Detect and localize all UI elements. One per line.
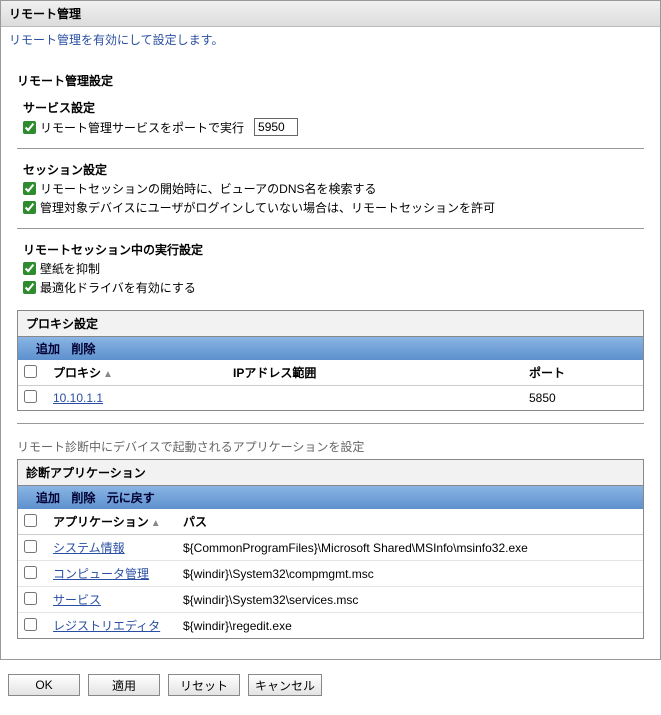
app-row-checkbox[interactable] (24, 618, 37, 631)
app-path: ${windir}\System32\compmgmt.msc (177, 561, 643, 587)
app-path: ${CommonProgramFiles}\Microsoft Shared\M… (177, 535, 643, 561)
proxy-select-all-header[interactable] (18, 360, 47, 386)
app-row-checkbox[interactable] (24, 566, 37, 579)
proxy-ip-range (227, 386, 523, 411)
table-row: サービス ${windir}\System32\services.msc (18, 587, 643, 613)
app-link[interactable]: コンピュータ管理 (53, 567, 149, 581)
session-checkbox-0[interactable] (23, 182, 36, 195)
during-option-1[interactable]: 最適化ドライバを有効にする (23, 279, 196, 296)
table-row: 10.10.1.1 5850 (18, 386, 643, 411)
sort-asc-icon: ▲ (151, 518, 161, 529)
apps-delete-action[interactable]: 削除 (71, 491, 95, 505)
run-on-port-check-input[interactable] (23, 121, 36, 134)
service-heading: サービス設定 (17, 99, 644, 116)
during-label-0: 壁紙を抑制 (40, 260, 100, 277)
app-link[interactable]: サービス (53, 593, 101, 607)
apps-revert-action[interactable]: 元に戻す (107, 491, 155, 505)
proxy-add-action[interactable]: 追加 (36, 342, 60, 356)
apps-select-all-header[interactable] (18, 509, 47, 535)
during-option-0[interactable]: 壁紙を抑制 (23, 260, 100, 277)
page-title: リモート管理 (1, 1, 660, 27)
session-option-0[interactable]: リモートセッションの開始時に、ビューアのDNS名を検索する (23, 180, 377, 197)
divider (17, 148, 644, 149)
cancel-button[interactable]: キャンセル (248, 674, 322, 696)
section-heading: リモート管理設定 (17, 72, 644, 89)
app-row-checkbox[interactable] (24, 592, 37, 605)
apply-button[interactable]: 適用 (88, 674, 160, 696)
proxy-delete-action[interactable]: 削除 (71, 342, 95, 356)
apps-add-action[interactable]: 追加 (36, 491, 60, 505)
during-checkbox-1[interactable] (23, 281, 36, 294)
proxy-port: 5850 (523, 386, 643, 411)
proxy-link[interactable]: 10.10.1.1 (53, 391, 103, 405)
ok-button[interactable]: OK (8, 674, 80, 696)
table-row: レジストリエディタ ${windir}\regedit.exe (18, 613, 643, 639)
divider (17, 228, 644, 229)
session-label-0: リモートセッションの開始時に、ビューアのDNS名を検索する (40, 180, 377, 197)
divider (17, 423, 644, 424)
session-option-1[interactable]: 管理対象デバイスにユーザがログインしていない場合は、リモートセッションを許可 (23, 199, 495, 216)
proxy-col-ip-range[interactable]: IPアドレス範囲 (227, 360, 523, 386)
session-checkbox-1[interactable] (23, 201, 36, 214)
apps-table-title: 診断アプリケーション (18, 460, 643, 486)
app-link[interactable]: システム情報 (53, 541, 125, 555)
app-path: ${windir}\regedit.exe (177, 613, 643, 639)
apps-col-app[interactable]: アプリケーション▲ (47, 509, 177, 535)
port-input[interactable] (254, 118, 298, 136)
proxy-select-all-checkbox[interactable] (24, 365, 37, 378)
proxy-row-checkbox[interactable] (24, 390, 37, 403)
during-checkbox-0[interactable] (23, 262, 36, 275)
reset-button[interactable]: リセット (168, 674, 240, 696)
app-link[interactable]: レジストリエディタ (53, 619, 160, 633)
session-heading: セッション設定 (17, 161, 644, 178)
proxy-col-port[interactable]: ポート (523, 360, 643, 386)
app-row-checkbox[interactable] (24, 540, 37, 553)
apps-col-path[interactable]: パス (177, 509, 643, 535)
run-on-port-label: リモート管理サービスをポートで実行 (40, 119, 244, 136)
sort-asc-icon: ▲ (103, 369, 113, 380)
run-on-port-checkbox[interactable]: リモート管理サービスをポートで実行 (23, 119, 244, 136)
table-row: コンピュータ管理 ${windir}\System32\compmgmt.msc (18, 561, 643, 587)
apps-note: リモート診断中にデバイスで起動されるアプリケーションを設定 (17, 438, 644, 455)
page-subtitle: リモート管理を有効にして設定します。 (1, 27, 660, 56)
apps-select-all-checkbox[interactable] (24, 514, 37, 527)
during-label-1: 最適化ドライバを有効にする (40, 279, 196, 296)
proxy-col-proxy[interactable]: プロキシ▲ (47, 360, 227, 386)
session-label-1: 管理対象デバイスにユーザがログインしていない場合は、リモートセッションを許可 (40, 199, 495, 216)
proxy-table-title: プロキシ設定 (18, 311, 643, 337)
app-path: ${windir}\System32\services.msc (177, 587, 643, 613)
table-row: システム情報 ${CommonProgramFiles}\Microsoft Sh… (18, 535, 643, 561)
during-heading: リモートセッション中の実行設定 (17, 241, 644, 258)
